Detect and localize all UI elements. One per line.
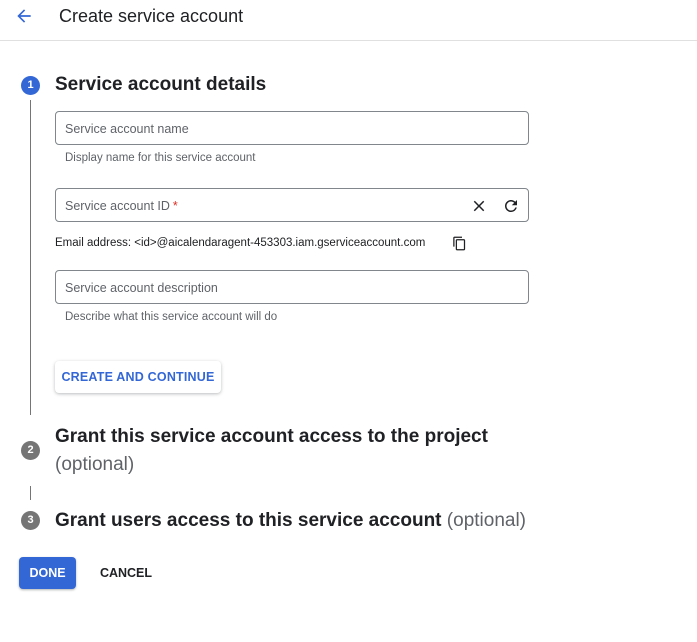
required-marker: * — [172, 199, 178, 213]
step-3-title-text: Grant users access to this service accou… — [55, 510, 442, 531]
page-header: Create service account — [0, 0, 697, 41]
clear-id-button[interactable] — [469, 196, 489, 216]
step-2-title: Grant this service account access to the… — [55, 423, 555, 479]
regenerate-id-button[interactable] — [501, 196, 521, 216]
copy-email-button[interactable] — [449, 233, 469, 253]
arrow-back-icon[interactable] — [14, 6, 34, 26]
refresh-icon[interactable] — [502, 197, 520, 215]
email-address: Email address: <id>@aicalendaragent-4533… — [55, 237, 426, 249]
step-2-optional-label: (optional) — [55, 454, 135, 475]
back-button[interactable] — [10, 4, 38, 28]
service-account-name-placeholder: Service account name — [65, 122, 189, 136]
step-3-title: Grant users access to this service accou… — [55, 507, 526, 535]
step-2-title-text: Grant this service account access to the… — [55, 426, 488, 447]
done-button[interactable]: DONE — [19, 557, 76, 589]
cancel-button[interactable]: CANCEL — [90, 557, 162, 589]
close-icon[interactable] — [470, 197, 488, 215]
step-1-number: 1 — [21, 76, 40, 95]
create-and-continue-button[interactable]: CREATE AND CONTINUE — [55, 361, 221, 393]
step-3-number: 3 — [21, 511, 40, 530]
service-account-id-placeholder: Service account ID * — [65, 198, 178, 214]
service-account-description-placeholder: Service account description — [65, 281, 218, 295]
step-connector — [30, 486, 31, 500]
service-account-name-field[interactable]: Service account name — [55, 111, 529, 145]
page-title: Create service account — [59, 6, 244, 26]
service-account-id-field[interactable]: Service account ID * — [55, 188, 529, 222]
copy-icon[interactable] — [452, 236, 467, 251]
service-account-description-field[interactable]: Service account description — [55, 270, 529, 304]
step-1-title: Service account details — [55, 71, 266, 99]
step-1-title-text: Service account details — [55, 74, 267, 95]
service-account-name-hint: Display name for this service account — [65, 152, 256, 164]
step-2-number: 2 — [21, 441, 40, 460]
step-3-optional-label: (optional) — [446, 510, 527, 531]
service-account-id-label: Service account ID — [65, 199, 170, 213]
step-connector — [30, 100, 31, 415]
service-account-description-hint: Describe what this service account will … — [65, 311, 278, 323]
